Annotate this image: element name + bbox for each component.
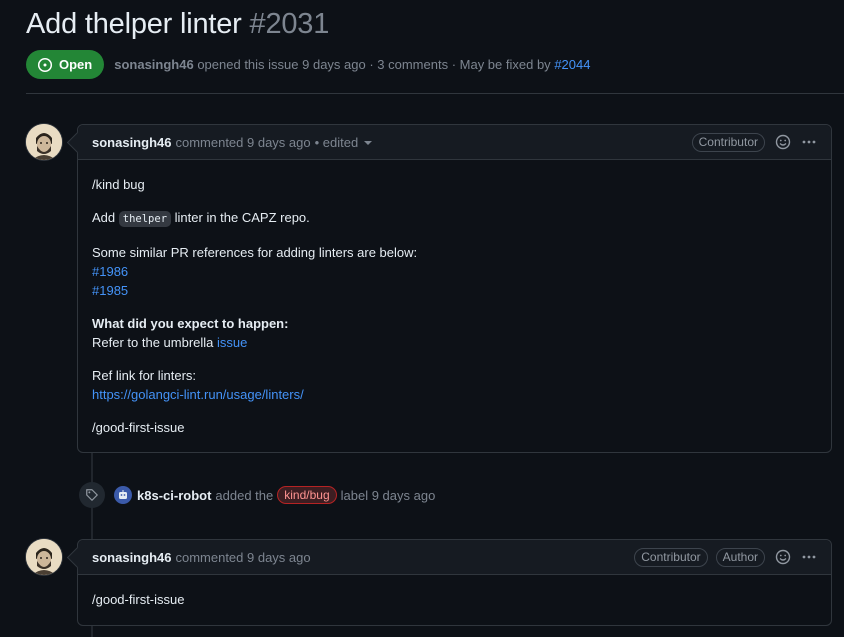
event-actor[interactable]: k8s-ci-robot [137,488,211,503]
contributor-badge: Contributor [634,547,708,567]
umbrella-issue-link[interactable]: issue [217,335,247,350]
label-kind-bug[interactable]: kind/bug [277,486,337,504]
body-text: Ref link for linters: [92,368,197,383]
smiley-icon[interactable] [775,549,791,565]
contributor-badge: Contributor [691,132,765,152]
linters-url-link[interactable]: https://golangci-lint.run/usage/linters/ [92,387,304,402]
body-line: /kind bug [92,177,145,192]
header-divider [26,93,844,94]
body-heading: What did you expect to happen: [92,316,289,331]
comment-author[interactable]: sonasingh46 [92,135,171,150]
pr-link-1985[interactable]: #1985 [92,283,128,298]
meta-description: opened this issue 9 days ago · 3 comment… [197,57,551,72]
state-badge: Open [26,50,105,79]
issue-title-text: Add thelper linter [26,8,242,40]
kebab-horizontal-icon[interactable] [801,134,817,150]
edited-label: • edited [314,134,359,150]
robot-icon [119,490,127,499]
event-text: label 9 days ago [340,487,436,503]
comment-timestamp[interactable]: commented 9 days ago [175,550,310,565]
comment-header: sonasingh46 commented 9 days ago Contrib… [78,540,831,575]
label-event: k8s-ci-robot added the kind/bug label 9 … [79,482,435,508]
comment-header: sonasingh46 commented 9 days ago • edite… [78,125,831,160]
inline-code: thelper [118,211,172,227]
issue-open-icon [37,57,53,72]
avatar[interactable] [26,539,62,575]
smiley-icon[interactable] [775,134,791,150]
comment-author[interactable]: sonasingh46 [92,550,171,565]
edited-dropdown[interactable]: • edited [315,135,373,150]
author-badge: Author [715,547,765,567]
comment-body: /good-first-issue [78,575,831,623]
body-line: /good-first-issue [92,592,185,607]
avatar-illustration [26,124,62,160]
state-label: Open [59,57,93,72]
pr-link-1986[interactable]: #1986 [92,264,128,279]
comment-body: /kind bug Add thelper linter in the CAPZ… [78,160,831,451]
chevron-down-icon [364,141,373,146]
body-line: /good-first-issue [92,420,185,435]
comment-2: sonasingh46 commented 9 days ago Contrib… [77,539,832,626]
meta-author-link[interactable]: sonasingh46 [114,57,193,72]
body-text: linter in the CAPZ repo. [174,210,310,225]
body-text: Add [92,210,116,225]
avatar-illustration [26,539,62,575]
tag-icon [79,482,105,508]
event-text: added the [215,487,274,503]
issue-number: #2031 [249,8,330,40]
body-paragraph-refs: Some similar PR references for adding li… [92,243,817,300]
body-paragraph-ref: Ref link for linters: https://golangci-li… [92,366,817,404]
body-line-linter: Add thelper linter in the CAPZ repo. [92,208,817,229]
meta-text: sonasingh46 opened this issue 9 days ago… [114,57,590,72]
issue-title: Add thelper linter #2031 [26,8,329,41]
comment-1: sonasingh46 commented 9 days ago • edite… [77,124,832,453]
issue-meta: Open sonasingh46 opened this issue 9 day… [26,50,590,79]
body-text: Some similar PR references for adding li… [92,245,418,260]
body-text: Refer to the umbrella [92,335,214,350]
fixed-by-link[interactable]: #2044 [554,57,590,72]
body-paragraph-expect: What did you expect to happen: Refer to t… [92,314,817,352]
comment-timestamp[interactable]: commented 9 days ago [175,135,310,150]
avatar[interactable] [26,124,62,160]
bot-avatar[interactable] [114,486,132,504]
kebab-horizontal-icon[interactable] [801,549,817,565]
